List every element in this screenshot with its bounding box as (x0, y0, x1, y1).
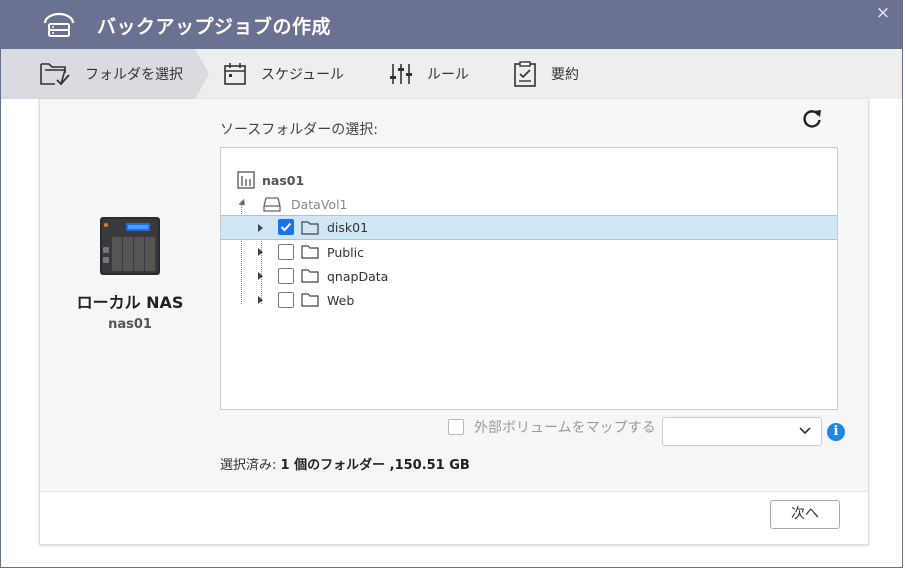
tree-node-label: DataVol1 (291, 196, 348, 212)
step-schedule[interactable]: スケジュール (223, 49, 344, 99)
clipboard-icon (514, 61, 536, 87)
map-external-volume-checkbox[interactable] (448, 419, 464, 435)
close-icon: × (875, 3, 891, 23)
map-external-volume-option[interactable]: 外部ボリュームをマップする (448, 417, 656, 437)
external-volume-select[interactable] (662, 417, 822, 446)
tree-node-folder[interactable]: Public (221, 240, 837, 264)
step-rules[interactable]: ルール (389, 49, 469, 99)
selection-summary: 選択済み: 1 個のフォルダー ,150.51 GB (220, 454, 470, 473)
tree-node-label: Public (327, 244, 364, 260)
step-label: 要約 (551, 67, 579, 83)
tree-node-nas-root[interactable]: nas01 (221, 168, 837, 192)
step-summary[interactable]: 要約 (513, 49, 579, 99)
nas-server-icon (237, 171, 255, 189)
checkmark-icon (280, 222, 292, 232)
folder-checkbox[interactable] (278, 244, 294, 260)
collapse-icon[interactable] (238, 198, 248, 209)
next-button[interactable]: 次へ (770, 500, 840, 529)
map-external-volume-label: 外部ボリュームをマップする (474, 420, 656, 436)
tree-node-volume[interactable]: DataVol1 (221, 192, 837, 216)
expand-icon[interactable] (258, 296, 263, 304)
folder-icon (301, 221, 319, 235)
expand-icon[interactable] (258, 248, 263, 256)
dialog-footer: 次へ (40, 491, 868, 544)
tree-node-label: Web (327, 292, 355, 308)
selection-summary-prefix: 選択済み: (220, 458, 277, 473)
expand-icon[interactable] (258, 224, 263, 232)
selection-summary-detail: 1 個のフォルダー ,150.51 GB (280, 458, 470, 473)
nas-device-name: ローカル NAS (76, 293, 184, 312)
folder-tree: nas01 DataVol1 disk01 Public qnapData We… (220, 147, 838, 410)
tree-node-folder[interactable]: Web (221, 288, 837, 312)
dialog-title: バックアップジョブの作成 (97, 16, 332, 38)
tree-node-folder[interactable]: qnapData (221, 264, 837, 288)
info-icon[interactable]: i (827, 423, 845, 441)
wizard-steps: フォルダを選択 スケジュール ルール 要約 (1, 49, 902, 99)
folder-icon (301, 293, 319, 307)
dialog-content: ローカル NAS nas01 ソースフォルダーの選択: nas01 DataVo… (39, 99, 869, 545)
sliders-icon (390, 64, 412, 84)
hard-drive-icon (263, 197, 281, 212)
nas-hostname: nas01 (108, 317, 152, 332)
step-select-folder[interactable]: フォルダを選択 (39, 49, 183, 99)
close-button[interactable]: × (874, 4, 892, 22)
folder-checkbox[interactable] (278, 219, 294, 235)
folder-icon (301, 269, 319, 283)
refresh-icon[interactable] (800, 107, 824, 131)
create-backup-job-dialog: バックアップジョブの作成 × フォルダを選択 スケジュール ルール 要約 ローカ… (0, 0, 903, 568)
tree-node-folder[interactable]: disk01 (221, 215, 837, 240)
nas-device-icon (100, 217, 160, 275)
tree-node-label: qnapData (327, 268, 389, 284)
folder-checkbox[interactable] (278, 268, 294, 284)
folder-check-icon (40, 63, 70, 86)
expand-icon[interactable] (258, 272, 263, 280)
step-label: スケジュール (261, 67, 345, 83)
step-label: ルール (427, 67, 469, 83)
dialog-titlebar: バックアップジョブの作成 × (1, 1, 902, 49)
folder-checkbox[interactable] (278, 292, 294, 308)
tree-node-label: nas01 (262, 172, 305, 188)
chevron-down-icon (799, 427, 811, 435)
backup-drive-icon (43, 12, 75, 37)
folder-icon (301, 245, 319, 259)
step-label: フォルダを選択 (85, 67, 183, 83)
source-folder-label: ソースフォルダーの選択: (220, 122, 379, 138)
tree-node-label: disk01 (327, 220, 369, 235)
calendar-icon (224, 63, 246, 85)
